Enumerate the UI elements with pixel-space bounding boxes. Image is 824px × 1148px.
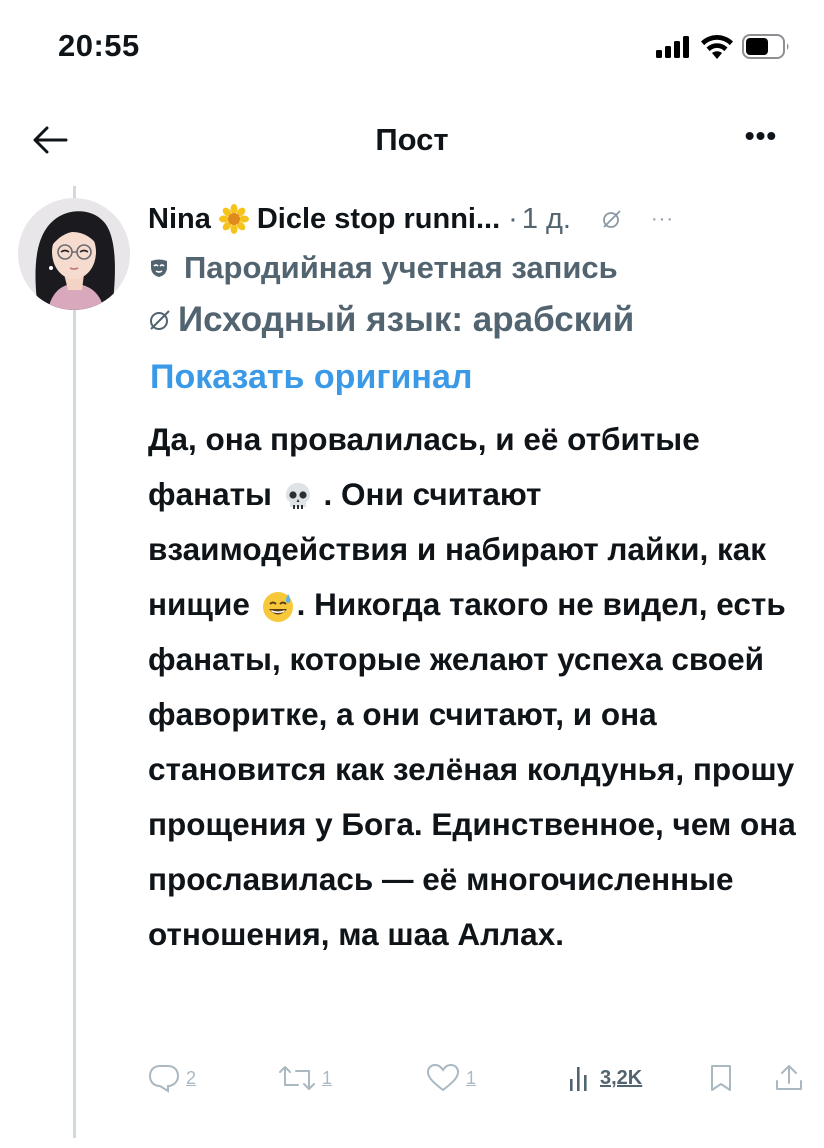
post-header: Nina Dicle stop runni... · 1 д. ··· xyxy=(148,196,808,242)
source-language-row: Исходный язык: арабский xyxy=(148,300,634,340)
views-count: 3,2K xyxy=(600,1066,643,1089)
page-title: Пост xyxy=(375,122,449,157)
repost-count: 1 xyxy=(322,1067,333,1088)
post-text-part: . Никогда такого не видел, есть фанаты, … xyxy=(148,586,796,952)
grok-icon xyxy=(150,310,170,330)
bar-chart-icon xyxy=(570,1067,587,1091)
avatar[interactable] xyxy=(18,198,130,310)
sweat-smile-emoji-icon xyxy=(262,591,293,622)
share-icon xyxy=(776,1065,802,1090)
reply-count: 2 xyxy=(186,1067,197,1088)
post-more-icon[interactable]: ··· xyxy=(651,208,674,231)
like-count: 1 xyxy=(466,1067,477,1088)
reply-icon xyxy=(148,1065,180,1093)
bookmark-button[interactable] xyxy=(708,1058,734,1098)
battery-icon xyxy=(742,34,789,59)
wifi-icon xyxy=(701,35,733,59)
grok-icon[interactable] xyxy=(601,208,623,230)
parody-label: Пародийная учетная запись xyxy=(184,250,618,285)
source-language-label: Исходный язык: арабский xyxy=(178,300,635,339)
repost-icon xyxy=(279,1066,315,1090)
show-original-link[interactable]: Показать оригинал xyxy=(150,358,472,397)
avatar-illustration xyxy=(18,198,130,310)
post-time-separator: · xyxy=(508,202,518,235)
reply-button[interactable]: 2 xyxy=(148,1058,196,1098)
author-name[interactable]: Nina xyxy=(148,203,211,236)
skull-emoji-icon xyxy=(285,482,310,509)
post-time[interactable]: 1 д. xyxy=(522,203,571,236)
share-button[interactable] xyxy=(774,1058,804,1098)
views-button[interactable]: 3,2K xyxy=(568,1058,642,1098)
mask-icon xyxy=(151,259,167,277)
thread-line xyxy=(73,186,76,1138)
author-handle-name[interactable]: Dicle stop runni... xyxy=(257,203,500,236)
status-time: 20:55 xyxy=(58,28,140,63)
sunflower-emoji-icon xyxy=(218,204,249,234)
post-text: Да, она провалилась, и её отбитые фанаты… xyxy=(148,412,808,962)
post-action-bar: 2 1 1 3,2K xyxy=(148,1058,808,1098)
parody-label-row: Пародийная учетная запись xyxy=(148,250,618,286)
like-button[interactable]: 1 xyxy=(426,1058,476,1098)
cellular-signal-icon xyxy=(656,36,690,58)
more-options-button[interactable]: ••• xyxy=(736,120,786,160)
repost-button[interactable]: 1 xyxy=(278,1058,332,1098)
top-nav: Пост ••• xyxy=(0,100,824,180)
bookmark-icon xyxy=(711,1065,731,1091)
heart-icon xyxy=(426,1063,460,1092)
status-bar: 20:55 xyxy=(0,0,824,100)
